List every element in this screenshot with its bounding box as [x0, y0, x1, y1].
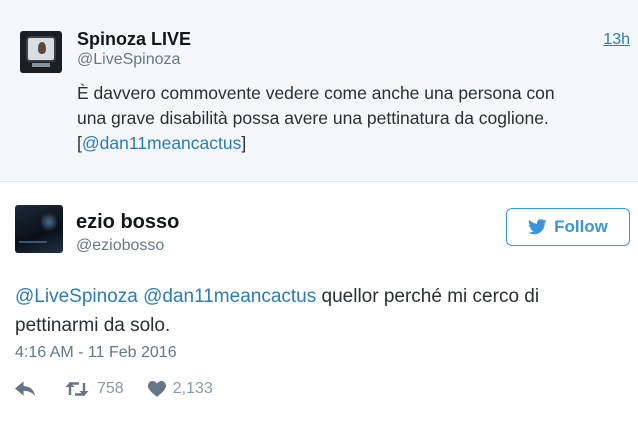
- quoted-tweet-time-link[interactable]: 13h: [603, 31, 630, 49]
- retweet-button[interactable]: 758: [65, 380, 124, 398]
- tweet-actions: 758 2,133: [15, 377, 213, 401]
- tweet-text: @LiveSpinoza @dan11meancactus quellor pe…: [15, 282, 625, 340]
- tweet-text-rest: quellor perché mi cerco di: [316, 286, 540, 307]
- author-name[interactable]: ezio bosso: [76, 211, 179, 234]
- quoted-text-line1: È davvero commovente vedere come anche u…: [77, 83, 555, 103]
- mention-livespinoza[interactable]: @LiveSpinoza: [15, 286, 138, 307]
- tv-stand: [32, 63, 50, 67]
- reply-icon: [15, 381, 36, 397]
- heart-icon: [147, 381, 166, 397]
- avatar-light: [41, 211, 57, 233]
- spinoza-avatar[interactable]: [20, 31, 62, 73]
- quoted-tweet-text: È davvero commovente vedere come anche u…: [77, 81, 622, 156]
- like-count: 2,133: [172, 380, 213, 397]
- bracket-close: ]: [241, 133, 247, 153]
- reply-button[interactable]: [15, 381, 65, 397]
- tweet-text-line2: pettinarmi da solo.: [15, 315, 171, 336]
- eziobosso-avatar[interactable]: [15, 205, 63, 253]
- retweet-count: 758: [97, 380, 124, 397]
- quoted-tweet[interactable]: Spinoza LIVE @LiveSpinoza 13h È davvero …: [0, 0, 638, 182]
- mention-dan11meancactus-2[interactable]: @dan11meancactus: [143, 286, 316, 307]
- mention-dan11meancactus[interactable]: @dan11meancactus: [82, 133, 241, 153]
- follow-button[interactable]: Follow: [506, 208, 630, 246]
- quoted-author-handle[interactable]: @LiveSpinoza: [77, 51, 180, 69]
- retweet-icon: [65, 382, 89, 396]
- like-button[interactable]: 2,133: [147, 380, 213, 398]
- tweet-timestamp[interactable]: 4:16 AM - 11 Feb 2016: [15, 344, 177, 362]
- author-handle[interactable]: @eziobosso: [76, 237, 164, 255]
- twitter-bird-icon: [528, 219, 547, 235]
- portrait-face: [38, 42, 46, 54]
- follow-label: Follow: [554, 217, 608, 236]
- quoted-text-line2: una grave disabilità possa avere una pet…: [77, 108, 549, 128]
- quoted-author-name[interactable]: Spinoza LIVE: [77, 29, 191, 50]
- tv-avatar-frame: [26, 36, 56, 62]
- avatar-text-line: [19, 241, 47, 243]
